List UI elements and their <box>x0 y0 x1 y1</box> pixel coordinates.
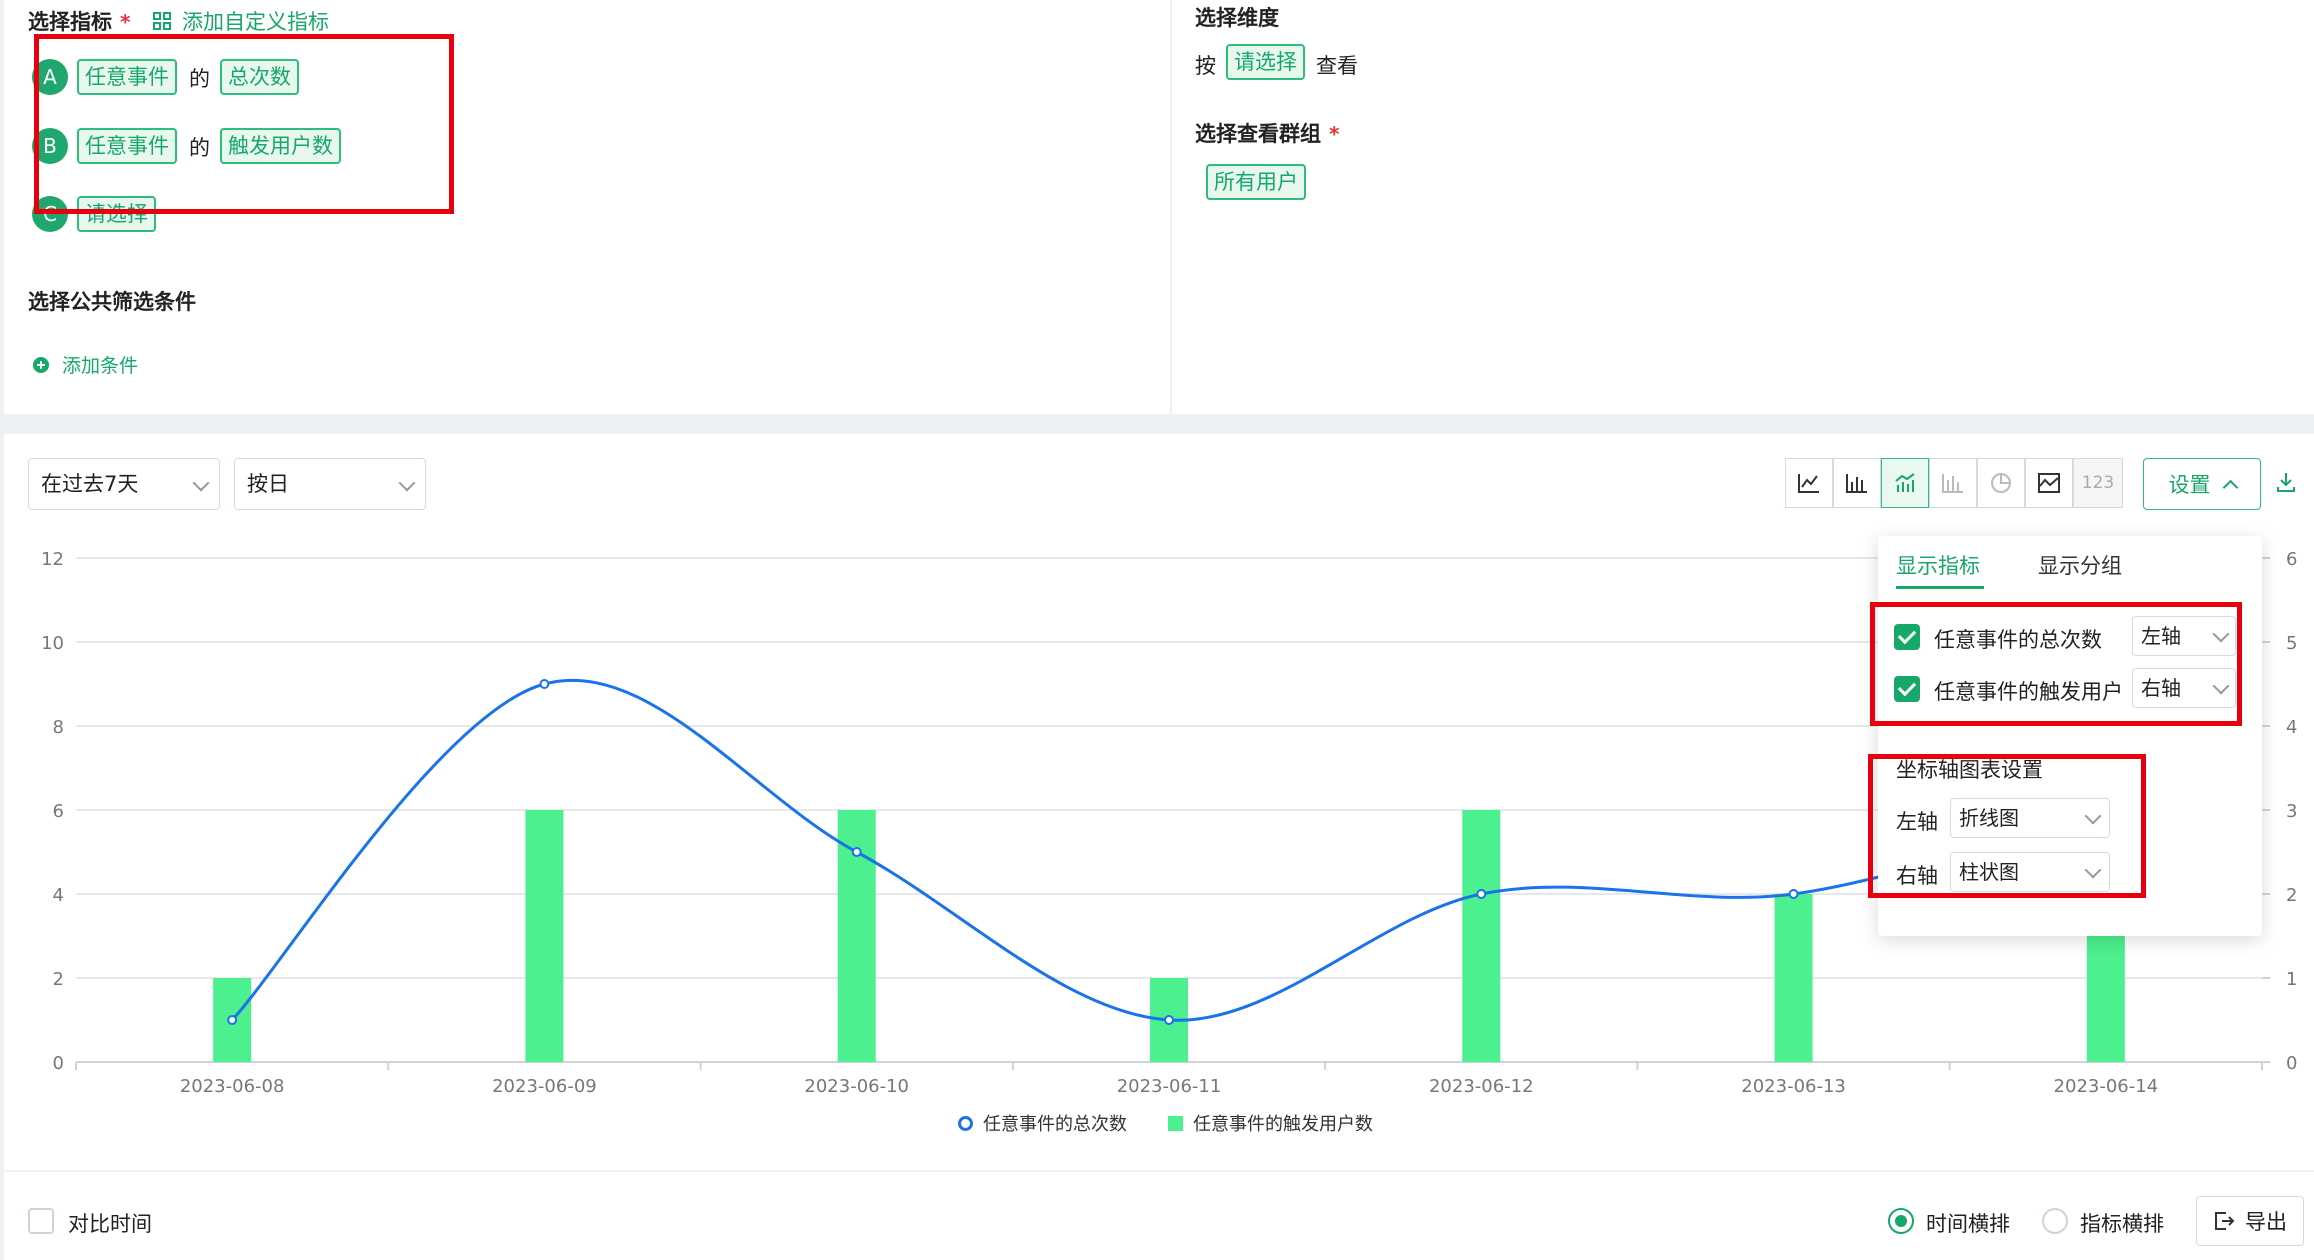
line-chart-button[interactable] <box>1785 458 1833 508</box>
left-axis-tick-label: 0 <box>53 1053 64 1074</box>
legend-bar-label: 任意事件的触发用户数 <box>1193 1114 1373 1135</box>
x-axis-tick-label: 2023-06-10 <box>804 1076 909 1097</box>
legend-item-line[interactable]: 任意事件的总次数 <box>958 1110 1127 1136</box>
number-view-button[interactable]: 123 <box>2073 458 2123 508</box>
combo-chart-icon <box>1895 473 1915 492</box>
line-point <box>1788 889 1799 899</box>
left-axis-tick-label: 8 <box>53 717 64 738</box>
active-tab-indicator <box>1896 586 1984 589</box>
legend-line-marker <box>958 1115 973 1131</box>
download-icon <box>2277 473 2295 492</box>
compare-time-label: 对比时间 <box>68 1212 152 1236</box>
legend-line-label: 任意事件的总次数 <box>983 1114 1127 1135</box>
group-title: 选择查看群组 * <box>1195 122 1340 146</box>
highlight-box-metrics <box>34 34 454 214</box>
line-point <box>1476 889 1487 899</box>
layout-time-label: 时间横排 <box>1926 1212 2010 1236</box>
chevron-down-icon <box>398 474 416 492</box>
add-custom-metric-label: 添加自定义指标 <box>182 10 329 34</box>
x-axis-tick-label: 2023-06-09 <box>492 1076 597 1097</box>
right-axis-tick-label: 4 <box>2286 717 2297 738</box>
export-label: 导出 <box>2245 1210 2287 1234</box>
stacked-bar-button[interactable] <box>1929 458 1977 508</box>
line-point <box>227 1015 238 1025</box>
highlight-box-axis-settings <box>1868 754 2146 898</box>
compare-time-checkbox[interactable] <box>28 1208 54 1234</box>
area-chart-button[interactable] <box>2025 458 2073 508</box>
granularity-select[interactable]: 按日 <box>234 458 426 510</box>
pie-chart-icon <box>1991 473 2011 493</box>
line-point <box>1164 1015 1174 1025</box>
metrics-title: 选择指标 * <box>28 10 131 34</box>
bar <box>1774 894 1813 1062</box>
x-axis-tick-label: 2023-06-13 <box>1741 1076 1846 1097</box>
x-axis-tick-label: 2023-06-12 <box>1429 1076 1534 1097</box>
dimension-prefix: 按 <box>1195 54 1216 78</box>
right-axis-tick-label: 6 <box>2286 549 2297 570</box>
export-icon <box>2215 1212 2235 1230</box>
right-axis-tick-label: 0 <box>2286 1053 2297 1074</box>
settings-button[interactable]: 设置 <box>2143 458 2261 510</box>
x-axis-tick-label: 2023-06-11 <box>1117 1076 1222 1097</box>
pie-chart-button[interactable] <box>1977 458 2025 508</box>
grid-icon <box>153 12 171 30</box>
bar-chart-icon <box>1846 474 1867 493</box>
legend-bar-marker <box>1168 1115 1183 1131</box>
settings-label: 设置 <box>2168 473 2211 497</box>
bar <box>1462 810 1501 1062</box>
chevron-up-icon <box>2222 479 2238 495</box>
highlight-box-display-metrics <box>1870 602 2242 726</box>
add-condition-label: 添加条件 <box>62 355 139 377</box>
right-axis-tick-label: 1 <box>2286 969 2297 990</box>
left-axis-tick-label: 4 <box>53 885 64 906</box>
combo-chart-button[interactable] <box>1881 458 1929 508</box>
dimension-suffix: 查看 <box>1316 54 1358 78</box>
layout-time-radio[interactable] <box>1888 1208 1914 1234</box>
left-axis-tick-label: 2 <box>53 969 64 990</box>
line-chart-icon <box>1798 474 1819 493</box>
left-axis-tick-label: 12 <box>41 549 64 570</box>
time-range-select[interactable]: 在过去7天 <box>28 458 220 510</box>
layout-metric-radio[interactable] <box>2042 1208 2068 1234</box>
plus-circle-icon <box>33 356 49 373</box>
filters-title: 选择公共筛选条件 <box>28 290 196 314</box>
export-button[interactable]: 导出 <box>2196 1196 2304 1246</box>
left-axis-tick-label: 10 <box>41 633 64 654</box>
x-axis-tick-label: 2023-06-14 <box>2054 1076 2159 1097</box>
layout-metric-label: 指标横排 <box>2080 1212 2164 1236</box>
right-axis-tick-label: 2 <box>2286 885 2297 906</box>
series-line <box>231 678 2107 1022</box>
group-select[interactable]: 所有用户 <box>1206 164 1306 200</box>
download-button[interactable] <box>2274 470 2298 498</box>
granularity-value: 按日 <box>247 472 289 496</box>
dimension-title: 选择维度 <box>1195 6 1279 30</box>
area-chart-icon <box>2038 473 2060 493</box>
chevron-down-icon <box>192 474 210 492</box>
x-axis-tick-label: 2023-06-08 <box>180 1076 285 1097</box>
tab-show-groups[interactable]: 显示分组 <box>2038 550 2122 580</box>
add-custom-metric-link[interactable]: 添加自定义指标 <box>152 6 329 36</box>
add-condition-link[interactable]: 添加条件 <box>32 351 138 378</box>
tab-show-metrics[interactable]: 显示指标 <box>1896 550 1980 580</box>
line-point <box>539 679 550 689</box>
bar <box>525 810 564 1062</box>
dimension-select[interactable]: 请选择 <box>1226 44 1305 80</box>
bar-chart-button[interactable] <box>1833 458 1881 508</box>
line-point <box>851 847 862 857</box>
left-axis-tick-label: 6 <box>53 801 64 822</box>
legend-item-bar[interactable]: 任意事件的触发用户数 <box>1168 1110 1373 1136</box>
stacked-bar-icon <box>1942 474 1963 493</box>
right-axis-tick-label: 3 <box>2286 801 2297 822</box>
right-axis-tick-label: 5 <box>2286 633 2297 654</box>
time-range-value: 在过去7天 <box>41 472 139 496</box>
